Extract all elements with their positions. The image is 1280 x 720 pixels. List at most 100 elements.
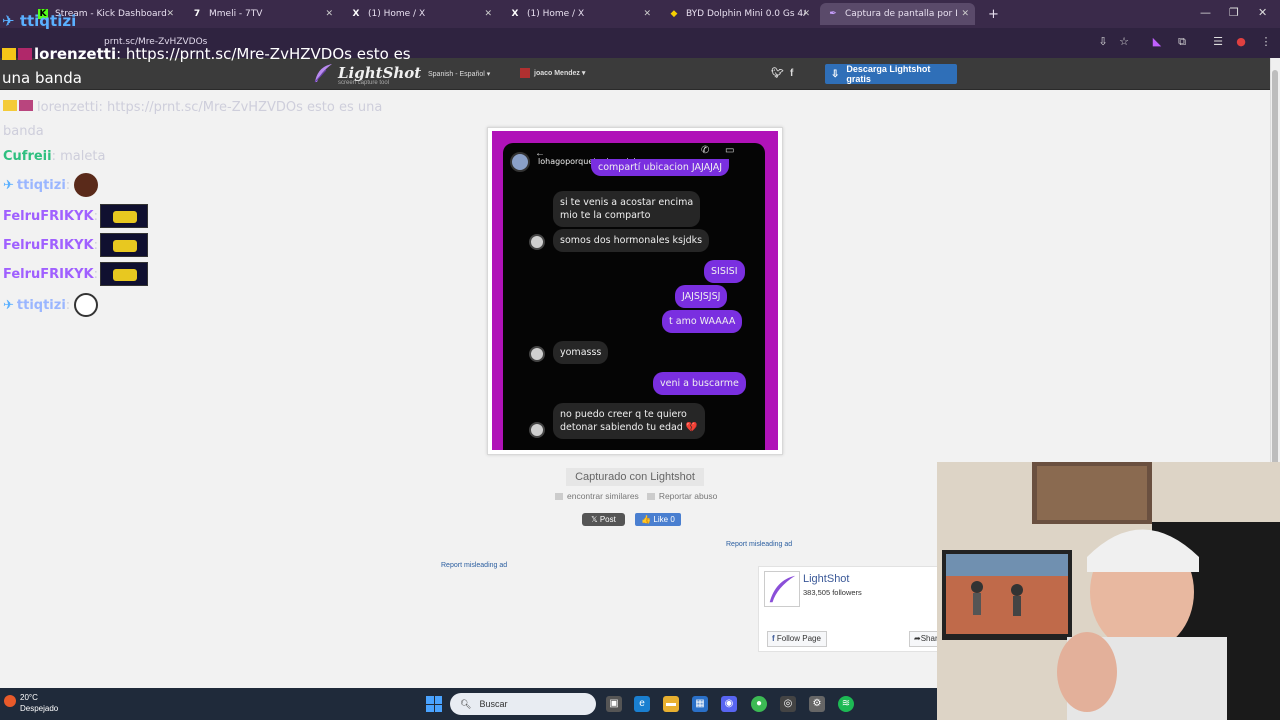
new-tab-button[interactable]: + (980, 3, 999, 25)
start-button[interactable] (426, 696, 442, 712)
flag-icon (646, 492, 655, 500)
facebook-like-button[interactable]: 👍 Like 0 (635, 513, 681, 526)
x-icon: X (352, 9, 360, 19)
chat-username: FelruFRIKYK (3, 208, 94, 224)
chat-message: FelruFRIKYK: (3, 262, 148, 286)
restore-icon[interactable]: ❐ (1229, 6, 1239, 19)
tab-title: BYD Dolphin Mini 0.0 Gs 4As (4 (686, 9, 806, 19)
language-select[interactable]: Spanish - Español ▾ (428, 70, 490, 78)
weather-condition: Despejado (20, 704, 59, 713)
obs-icon[interactable]: ◎ (780, 696, 796, 712)
pin-icon: ✈ (3, 177, 14, 193)
chat-message: FelruFRIKYK: (3, 204, 148, 228)
share-icon: ➦ (914, 634, 921, 643)
tab-lightshot[interactable]: ✒ Captura de pantalla por Lightsh ✕ (820, 3, 975, 25)
taskbar-search[interactable]: 🔍︎ Buscar (450, 693, 596, 715)
tab-title: Captura de pantalla por Lightsh (845, 9, 957, 19)
message-out: SISISI (704, 260, 745, 283)
tab-7tv[interactable]: 7 Mmeli - 7TV ✕ (184, 3, 339, 25)
install-icon[interactable]: ⇩ (1096, 35, 1110, 49)
settings-gear-icon[interactable]: ⚙ (809, 696, 825, 712)
chat-screenshot: lohagoporquetegieroviola ← ✆ ▭ compartí … (503, 143, 765, 450)
menu-icon[interactable]: ⋮ (1259, 35, 1273, 49)
weather-widget[interactable]: 20°C Despejado (20, 692, 58, 714)
chat-message: FelruFRIKYK: (3, 233, 148, 257)
contact-avatar (529, 234, 545, 250)
report-abuse-link[interactable]: Reportar abuso (646, 491, 717, 501)
twitch-icon[interactable]: ◣ (1150, 35, 1164, 49)
message-out: t amo WAAAA (662, 310, 743, 333)
chat-username: FelruFRIKYK (3, 237, 94, 253)
tab-search-icon[interactable]: ☰ (1211, 35, 1225, 49)
shop-icon: ◆ (670, 9, 678, 19)
sub-badge-icon (19, 100, 33, 111)
browser-tab-bar: K Stream - Kick Dashboard ✕ 7 Mmeli - 7T… (0, 0, 1280, 28)
close-icon[interactable]: ✕ (802, 9, 810, 19)
emote-icon (99, 204, 148, 228)
crown-badge-icon (3, 100, 17, 111)
extensions-icon[interactable]: ⧉ (1175, 35, 1189, 49)
report-misleading-ad-link[interactable]: Report misleading ad (441, 562, 507, 569)
tab-x-home-1[interactable]: X (1) Home / X ✕ (343, 3, 498, 25)
report-misleading-ad-link[interactable]: Report misleading ad (726, 541, 792, 548)
bookmark-star-icon[interactable]: ☆ (1117, 35, 1131, 49)
profile-avatar[interactable]: ● (1234, 35, 1248, 49)
chat-message-echo: lorenzetti: https://prnt.sc/Mre-ZvHZVDOs… (3, 100, 383, 139)
facebook-page-widget: LightShot 383,505 followers f Follow Pag… (758, 566, 939, 652)
find-similar-link[interactable]: encontrar similares (555, 491, 639, 501)
page-name[interactable]: LightShot (803, 573, 849, 585)
follower-count: 383,505 followers (803, 588, 862, 597)
download-button[interactable]: ⇩ Descarga Lightshot gratis (825, 64, 957, 84)
discord-icon[interactable]: ◉ (721, 696, 737, 712)
chat-overlay-username: ✈ ttiqtizi (2, 12, 77, 30)
captured-label: Capturado con Lightshot (566, 468, 704, 486)
chat-message: ✈ ttiqtizi: (3, 173, 99, 197)
phone-icon: ✆ (701, 145, 710, 156)
close-window-icon[interactable]: ✕ (1258, 6, 1267, 19)
facebook-icon[interactable]: f (790, 68, 793, 79)
screenshot-image: lohagoporquetegieroviola ← ✆ ▭ compartí … (492, 131, 778, 450)
message-out: veni a buscarme (653, 372, 746, 395)
twitter-icon[interactable]: 🐦︎ (771, 68, 784, 79)
chrome-icon[interactable]: ● (751, 696, 767, 712)
user-menu[interactable]: joaco Mendez ▾ (520, 68, 585, 78)
chat-username: ttiqtizi (16, 297, 66, 313)
chat-username: FelruFRIKYK (3, 266, 94, 282)
7tv-icon: 7 (193, 9, 201, 19)
close-icon[interactable]: ✕ (643, 9, 651, 19)
lightshot-logo-icon (764, 571, 800, 607)
message-out: compartí ubicacion JAJAJAJ (591, 159, 730, 176)
chat-highlight-message: lorenzetti: https://prnt.sc/Mre-ZvHZVDOs… (2, 42, 422, 90)
taskbar: 20°C Despejado 🔍︎ Buscar ▣ e ▬ ▦ ◉ ● ◎ ⚙ … (0, 688, 937, 720)
feather-icon: ✒ (829, 9, 837, 19)
message-in: somos dos hormonales ksjdks (553, 229, 710, 252)
close-icon[interactable]: ✕ (325, 9, 333, 19)
tab-title: (1) Home / X (527, 9, 585, 19)
chevron-down-icon: ▾ (581, 70, 586, 77)
store-icon[interactable]: ▦ (692, 696, 708, 712)
chat-username: lorenzetti (34, 45, 117, 63)
chat-message: ✈ ttiqtizi: (3, 293, 99, 317)
x-post-button[interactable]: 𝕏 Post (582, 513, 625, 526)
follow-page-button[interactable]: f Follow Page (767, 631, 827, 647)
back-arrow-icon: ← (535, 148, 545, 159)
close-icon[interactable]: ✕ (961, 9, 969, 19)
webcam-image (937, 462, 1280, 720)
webcam-feed (937, 462, 1280, 720)
plus-icon: + (988, 6, 999, 22)
contact-avatar (529, 346, 545, 362)
tab-x-home-2[interactable]: X (1) Home / X ✕ (502, 3, 657, 25)
contact-avatar (529, 422, 545, 438)
close-icon[interactable]: ✕ (166, 9, 174, 19)
avatar (520, 68, 530, 78)
tab-byd[interactable]: ◆ BYD Dolphin Mini 0.0 Gs 4As (4 ✕ (661, 3, 816, 25)
share-button[interactable]: ➦Share (909, 631, 939, 647)
close-icon[interactable]: ✕ (484, 9, 492, 19)
spotify-icon[interactable]: ≋ (838, 696, 854, 712)
edge-icon[interactable]: e (634, 696, 650, 712)
minimize-icon[interactable]: — (1200, 6, 1211, 19)
temperature: 20°C (20, 693, 38, 702)
file-explorer-icon[interactable]: ▬ (663, 696, 679, 712)
message-in: si te venis a acostar encima mio te la c… (553, 191, 701, 227)
task-view-icon[interactable]: ▣ (606, 696, 622, 712)
